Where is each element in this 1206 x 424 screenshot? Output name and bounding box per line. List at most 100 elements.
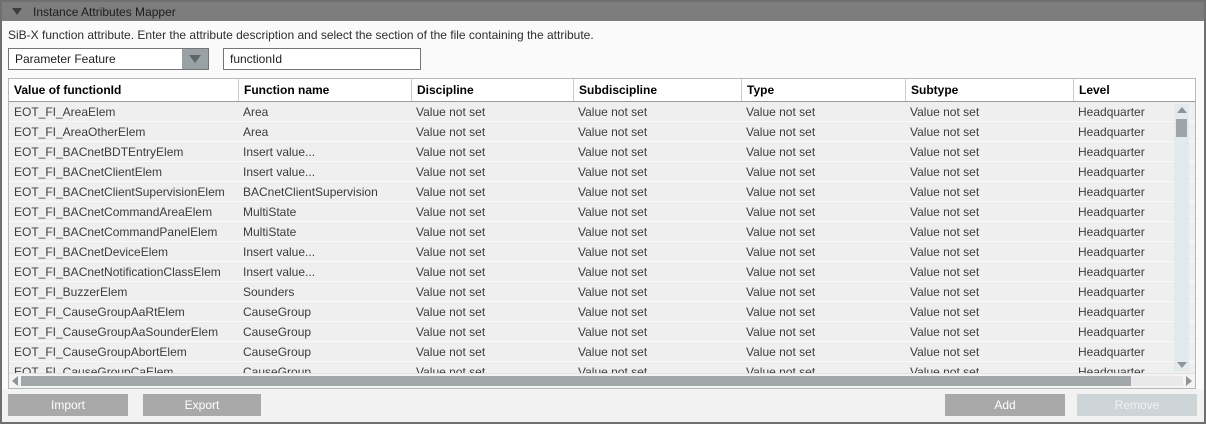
- add-button[interactable]: Add: [945, 394, 1065, 416]
- column-header-type[interactable]: Type: [741, 79, 905, 101]
- table-cell: Value not set: [741, 202, 905, 221]
- table-cell: Value not set: [411, 322, 573, 341]
- table-row[interactable]: EOT_FI_CauseGroupAaRtElemCauseGroupValue…: [9, 302, 1195, 322]
- export-button[interactable]: Export: [143, 394, 261, 416]
- table-cell: Value not set: [741, 162, 905, 181]
- table-row[interactable]: EOT_FI_CauseGroupAaSounderElemCauseGroup…: [9, 322, 1195, 342]
- scroll-right-arrow-icon[interactable]: [1186, 376, 1192, 386]
- table-cell: Value not set: [411, 282, 573, 301]
- table-row[interactable]: EOT_FI_BACnetClientElemInsert value...Va…: [9, 162, 1195, 182]
- table-cell: Insert value...: [238, 262, 411, 281]
- table-cell: MultiState: [238, 222, 411, 241]
- table-cell: Value not set: [411, 182, 573, 201]
- table-cell: CauseGroup: [238, 342, 411, 361]
- table-cell: Value not set: [741, 322, 905, 341]
- horizontal-scrollbar[interactable]: [9, 373, 1195, 388]
- horizontal-scroll-thumb[interactable]: [21, 376, 1131, 386]
- table-row[interactable]: EOT_FI_CauseGroupCaElemCauseGroupValue n…: [9, 362, 1195, 373]
- table-cell: Value not set: [411, 342, 573, 361]
- table-cell: Area: [238, 122, 411, 141]
- table-row[interactable]: EOT_FI_BuzzerElemSoundersValue not setVa…: [9, 282, 1195, 302]
- table-cell: Insert value...: [238, 242, 411, 261]
- table-cell: Value not set: [411, 202, 573, 221]
- table-header-row: Value of functionIdFunction nameDiscipli…: [9, 79, 1195, 102]
- column-header-function-name[interactable]: Function name: [238, 79, 411, 101]
- table-cell: Value not set: [741, 242, 905, 261]
- attribute-description-input[interactable]: [223, 48, 421, 70]
- table-cell: CauseGroup: [238, 302, 411, 321]
- table-row[interactable]: EOT_FI_BACnetCommandPanelElemMultiStateV…: [9, 222, 1195, 242]
- vertical-scroll-thumb[interactable]: [1176, 119, 1187, 137]
- collapse-triangle-icon[interactable]: [12, 8, 22, 15]
- table-cell: EOT_FI_BACnetCommandAreaElem: [9, 202, 238, 221]
- table-cell: Value not set: [741, 302, 905, 321]
- table-cell: Value not set: [741, 262, 905, 281]
- table-cell: EOT_FI_BACnetClientElem: [9, 162, 238, 181]
- bottom-button-bar: Import Export Add Remove: [2, 389, 1204, 422]
- table-cell: MultiState: [238, 202, 411, 221]
- table-cell: Value not set: [411, 222, 573, 241]
- table-cell: EOT_FI_CauseGroupAbortElem: [9, 342, 238, 361]
- table-cell: Value not set: [741, 282, 905, 301]
- column-header-subtype[interactable]: Subtype: [905, 79, 1073, 101]
- table-cell: Value not set: [905, 122, 1073, 141]
- table-cell: Value not set: [905, 322, 1073, 341]
- table-cell: EOT_FI_BACnetClientSupervisionElem: [9, 182, 238, 201]
- table-cell: Value not set: [411, 262, 573, 281]
- table-cell: EOT_FI_BACnetNotificationClassElem: [9, 262, 238, 281]
- column-header-level[interactable]: Level: [1073, 79, 1195, 101]
- table-row[interactable]: EOT_FI_BACnetClientSupervisionElemBACnet…: [9, 182, 1195, 202]
- table-cell: Value not set: [573, 122, 741, 141]
- table-cell: Value not set: [573, 322, 741, 341]
- table-cell: CauseGroup: [238, 362, 411, 373]
- attribute-section-dropdown[interactable]: Parameter Feature: [8, 48, 209, 70]
- import-button[interactable]: Import: [8, 394, 128, 416]
- table-cell: Value not set: [411, 162, 573, 181]
- table-cell: Value not set: [573, 302, 741, 321]
- table-cell: EOT_FI_BACnetCommandPanelElem: [9, 222, 238, 241]
- table-cell: BACnetClientSupervision: [238, 182, 411, 201]
- table-cell: Value not set: [573, 342, 741, 361]
- table-cell: Value not set: [573, 182, 741, 201]
- column-header-value-of-functionid[interactable]: Value of functionId: [9, 79, 238, 101]
- table-cell: Value not set: [411, 302, 573, 321]
- scroll-left-arrow-icon[interactable]: [12, 376, 18, 386]
- table-cell: Value not set: [741, 222, 905, 241]
- table-row[interactable]: EOT_FI_AreaOtherElemAreaValue not setVal…: [9, 122, 1195, 142]
- dropdown-selected-value: Parameter Feature: [9, 49, 182, 69]
- table-cell: Value not set: [741, 122, 905, 141]
- table-row[interactable]: EOT_FI_CauseGroupAbortElemCauseGroupValu…: [9, 342, 1195, 362]
- table-cell: Value not set: [905, 182, 1073, 201]
- dropdown-arrow-button[interactable]: [182, 49, 208, 69]
- scroll-down-arrow-icon[interactable]: [1177, 362, 1187, 368]
- table-row[interactable]: EOT_FI_BACnetNotificationClassElemInsert…: [9, 262, 1195, 282]
- table-row[interactable]: EOT_FI_AreaElemAreaValue not setValue no…: [9, 102, 1195, 122]
- table-row[interactable]: EOT_FI_BACnetBDTEntryElemInsert value...…: [9, 142, 1195, 162]
- table-cell: EOT_FI_BuzzerElem: [9, 282, 238, 301]
- table-cell: Value not set: [573, 102, 741, 121]
- table-cell: Value not set: [573, 222, 741, 241]
- table-cell: Value not set: [905, 302, 1073, 321]
- column-header-discipline[interactable]: Discipline: [411, 79, 573, 101]
- table-cell: Value not set: [741, 362, 905, 373]
- column-header-subdiscipline[interactable]: Subdiscipline: [573, 79, 741, 101]
- remove-button: Remove: [1077, 394, 1197, 416]
- table-cell: Sounders: [238, 282, 411, 301]
- table-cell: Value not set: [573, 142, 741, 161]
- table-cell: Value not set: [905, 202, 1073, 221]
- table-cell: EOT_FI_CauseGroupAaSounderElem: [9, 322, 238, 341]
- horizontal-scroll-track[interactable]: [21, 376, 1183, 386]
- table-row[interactable]: EOT_FI_BACnetCommandAreaElemMultiStateVa…: [9, 202, 1195, 222]
- vertical-scrollbar[interactable]: [1174, 104, 1189, 371]
- table-cell: Insert value...: [238, 162, 411, 181]
- table-cell: Value not set: [573, 262, 741, 281]
- scroll-up-arrow-icon[interactable]: [1177, 107, 1187, 113]
- table-row[interactable]: EOT_FI_BACnetDeviceElemInsert value...Va…: [9, 242, 1195, 262]
- table-cell: Value not set: [411, 362, 573, 373]
- panel-titlebar[interactable]: Instance Attributes Mapper: [2, 2, 1204, 21]
- table-cell: Value not set: [573, 242, 741, 261]
- table-cell: Value not set: [411, 122, 573, 141]
- table-cell: Value not set: [905, 262, 1073, 281]
- attributes-table: Value of functionIdFunction nameDiscipli…: [8, 78, 1196, 389]
- table-cell: Value not set: [905, 102, 1073, 121]
